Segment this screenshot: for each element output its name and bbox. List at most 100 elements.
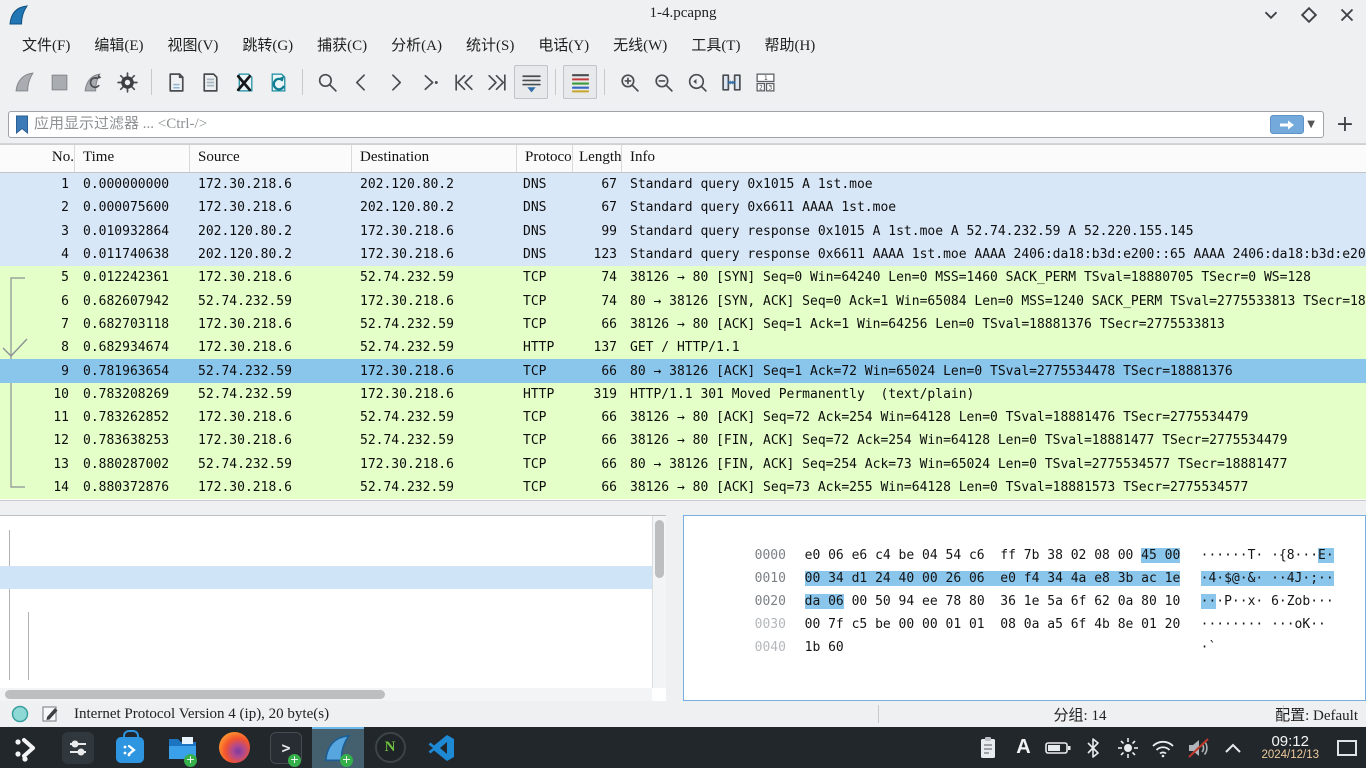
column-header-protocol[interactable]: Protocol	[517, 145, 573, 172]
hex-row[interactable]: 0000e0 06 e6 c4 be 04 54 c6 ff 7b 38 02 …	[692, 521, 1365, 544]
firefox-icon[interactable]	[208, 727, 260, 768]
menu-item[interactable]: 电话(Y)	[526, 31, 601, 58]
volume-muted-icon[interactable]	[1185, 735, 1211, 761]
brightness-icon[interactable]	[1115, 735, 1141, 761]
zoom-in-icon[interactable]	[612, 65, 646, 99]
close-file-icon[interactable]	[227, 65, 261, 99]
capture-options-icon[interactable]	[110, 65, 144, 99]
minimize-button[interactable]	[1260, 4, 1282, 26]
file-manager-icon[interactable]: +	[156, 727, 208, 768]
packet-row[interactable]: 14 0.880372876 172.30.218.6 52.74.232.59…	[0, 476, 1366, 499]
packet-info: Standard query 0x6611 AAAA 1st.moe	[622, 200, 1366, 215]
capture-comment-icon[interactable]	[40, 704, 60, 724]
column-header-info[interactable]: Info	[622, 145, 1366, 172]
vscode-icon[interactable]	[416, 727, 468, 768]
show-desktop-icon[interactable]	[1334, 735, 1360, 761]
start-capture-icon[interactable]	[8, 65, 42, 99]
detail-line[interactable]: ─Total Length: 52	[0, 658, 652, 681]
settings-icon[interactable]	[52, 727, 104, 768]
detail-line[interactable]: >Frame 9: 66 bytes on wire (528 bits), 6…	[0, 520, 652, 543]
hex-bytes: e0 06 e6 c4 be 04 54 c6 ff 7b 38 02 08 0…	[805, 544, 1193, 567]
auto-scroll-toggle[interactable]	[514, 65, 548, 99]
first-packet-icon[interactable]	[446, 65, 480, 99]
clipboard-icon[interactable]	[975, 735, 1001, 761]
packet-row[interactable]: 8 0.682934674 172.30.218.6 52.74.232.59 …	[0, 336, 1366, 359]
resize-columns-icon[interactable]	[714, 65, 748, 99]
hex-dump-pane[interactable]: 0000 e0 06 e6 c4 be 04 54 c6 ff 7b 38 02 …	[683, 515, 1366, 701]
packet-row[interactable]: 11 0.783262852 172.30.218.6 52.74.232.59…	[0, 406, 1366, 429]
neovim-icon[interactable]: N	[364, 727, 416, 768]
toggle-columns-icon[interactable]: 123	[748, 65, 782, 99]
software-store-icon[interactable]	[104, 727, 156, 768]
wifi-icon[interactable]	[1150, 735, 1176, 761]
menu-item[interactable]: 无线(W)	[601, 31, 679, 58]
colorize-toggle[interactable]	[563, 65, 597, 99]
column-header-time[interactable]: Time	[75, 145, 190, 172]
column-header-length[interactable]: Length	[573, 145, 622, 172]
go-to-packet-icon[interactable]	[412, 65, 446, 99]
filter-bookmark-icon[interactable]	[15, 115, 29, 134]
packet-row[interactable]: 2 0.000075600 172.30.218.6 202.120.80.2 …	[0, 196, 1366, 219]
reload-file-icon[interactable]	[261, 65, 295, 99]
packet-row[interactable]: 10 0.783208269 52.74.232.59 172.30.218.6…	[0, 383, 1366, 406]
menu-item[interactable]: 文件(F)	[10, 31, 82, 58]
display-filter-field[interactable]: ▼	[8, 111, 1324, 138]
packet-row[interactable]: 1 0.000000000 172.30.218.6 202.120.80.2 …	[0, 173, 1366, 196]
menu-item[interactable]: 捕获(C)	[305, 31, 379, 58]
terminal-icon[interactable]: > +	[260, 727, 312, 768]
add-filter-button[interactable]: +	[1332, 112, 1358, 138]
save-file-icon[interactable]	[193, 65, 227, 99]
detail-line[interactable]: ─0100 .... = Version: 4	[0, 589, 652, 612]
packet-no: 4	[0, 247, 75, 262]
hex-offset: 0000	[755, 544, 791, 567]
menu-item[interactable]: 编辑(E)	[82, 31, 155, 58]
find-packet-icon[interactable]	[310, 65, 344, 99]
column-header-destination[interactable]: Destination	[352, 145, 517, 172]
detail-line[interactable]: ─.... 0101 = Header Length: 20 bytes (5)	[0, 612, 652, 635]
column-header-source[interactable]: Source	[190, 145, 352, 172]
packet-row[interactable]: 3 0.010932864 202.120.80.2 172.30.218.6 …	[0, 220, 1366, 243]
go-back-icon[interactable]	[344, 65, 378, 99]
last-packet-icon[interactable]	[480, 65, 514, 99]
input-method-icon[interactable]: A	[1010, 735, 1036, 761]
chevron-up-icon[interactable]	[1220, 735, 1246, 761]
menu-item[interactable]: 视图(V)	[156, 31, 231, 58]
go-forward-icon[interactable]	[378, 65, 412, 99]
menu-item[interactable]: 统计(S)	[454, 31, 526, 58]
restart-capture-icon[interactable]	[76, 65, 110, 99]
stop-capture-icon[interactable]	[42, 65, 76, 99]
pane-splitter[interactable]	[0, 500, 1366, 515]
packet-row[interactable]: 13 0.880287002 52.74.232.59 172.30.218.6…	[0, 453, 1366, 476]
menu-item[interactable]: 工具(T)	[679, 31, 752, 58]
packet-row[interactable]: 6 0.682607942 52.74.232.59 172.30.218.6 …	[0, 289, 1366, 312]
zoom-reset-icon[interactable]	[680, 65, 714, 99]
wireshark-taskbar-icon[interactable]: +	[312, 727, 364, 768]
open-file-icon[interactable]	[159, 65, 193, 99]
menu-item[interactable]: 跳转(G)	[230, 31, 305, 58]
display-filter-input[interactable]	[34, 116, 1270, 133]
details-horizontal-scrollbar[interactable]	[0, 688, 652, 701]
packet-row[interactable]: 12 0.783638253 172.30.218.6 52.74.232.59…	[0, 429, 1366, 452]
apply-filter-button[interactable]	[1270, 115, 1304, 134]
bluetooth-icon[interactable]	[1080, 735, 1106, 761]
profile-text[interactable]: 配置: Default	[1275, 704, 1358, 725]
close-button[interactable]	[1336, 4, 1358, 26]
battery-icon[interactable]	[1045, 735, 1071, 761]
taskbar-clock[interactable]: 09:12 2024/12/13	[1255, 734, 1325, 762]
menu-item[interactable]: 分析(A)	[379, 31, 454, 58]
app-launcher-icon[interactable]	[0, 727, 52, 768]
detail-line[interactable]: >Differentiated Services Field: 0x00 (DS…	[0, 635, 652, 658]
menu-item[interactable]: 帮助(H)	[752, 31, 827, 58]
filter-dropdown-caret[interactable]: ▼	[1307, 119, 1315, 130]
expert-info-icon[interactable]	[10, 704, 30, 724]
maximize-button[interactable]	[1298, 4, 1320, 26]
packet-row[interactable]: 4 0.011740638 202.120.80.2 172.30.218.6 …	[0, 243, 1366, 266]
details-vertical-scrollbar[interactable]	[652, 516, 666, 688]
detail-line[interactable]: >Ethernet II, Src: NewH3CTechno_7b:38:02…	[0, 543, 652, 566]
zoom-out-icon[interactable]	[646, 65, 680, 99]
packet-row[interactable]: 5 0.012242361 172.30.218.6 52.74.232.59 …	[0, 266, 1366, 289]
packet-row[interactable]: 9 0.781963654 52.74.232.59 172.30.218.6 …	[0, 359, 1366, 382]
packet-row[interactable]: 7 0.682703118 172.30.218.6 52.74.232.59 …	[0, 313, 1366, 336]
detail-line[interactable]: ∨Internet Protocol Version 4, Src: 52.74…	[0, 566, 652, 589]
column-header-no[interactable]: No.	[0, 145, 75, 172]
